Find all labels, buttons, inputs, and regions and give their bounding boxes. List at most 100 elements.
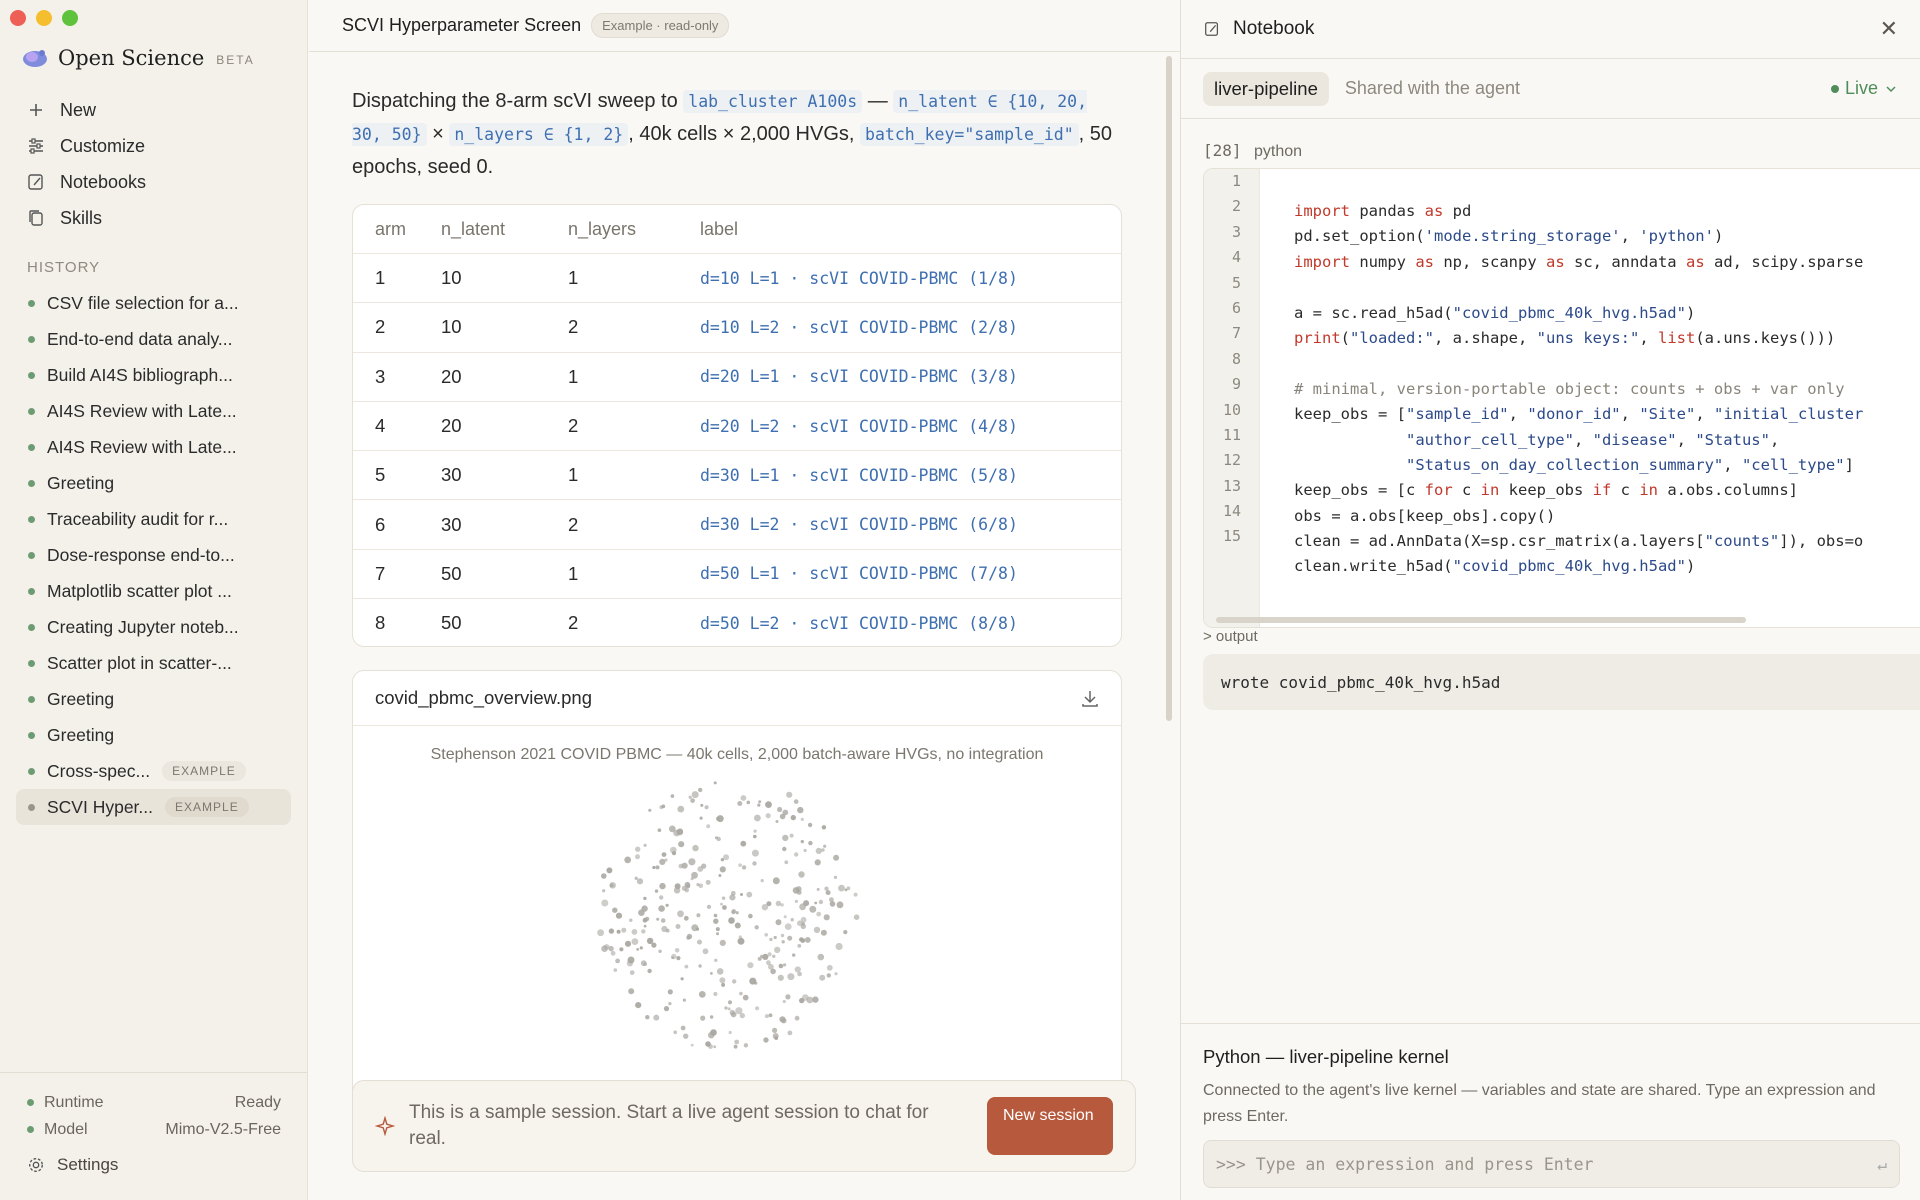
history-item[interactable]: Dose-response end-to...	[16, 537, 291, 573]
history-item-label: End-to-end data analy...	[47, 328, 233, 349]
status-dot	[28, 803, 35, 811]
minimize-window-button[interactable]	[36, 10, 52, 26]
notebook-icon	[28, 174, 43, 190]
scatter-point	[751, 849, 759, 857]
close-icon[interactable]: ✕	[1880, 16, 1898, 42]
nav-customize[interactable]: Customize	[26, 128, 296, 164]
plus-icon	[30, 104, 42, 116]
scatter-point	[803, 848, 807, 853]
history-item[interactable]: SCVI Hyper... EXAMPLE	[16, 789, 291, 825]
scatter-point	[684, 888, 689, 893]
history-item-label: Greeting	[47, 688, 115, 709]
scatter-point	[853, 914, 860, 920]
scatter-point	[713, 1045, 717, 1049]
code-cell[interactable]: 1 2 3 4 5 6 7 8 9 10 11 12 13 14 15 import pandas as p…	[1203, 168, 1920, 628]
horizontal-scrollbar[interactable]	[1216, 617, 1746, 623]
history-item[interactable]: Traceability audit for r...	[16, 501, 291, 537]
scatter-point	[826, 973, 831, 978]
sample-session-notice: This is a sample session. Start a live a…	[409, 1102, 929, 1149]
main-scrollbar[interactable]	[1166, 56, 1172, 721]
history-item[interactable]: Greeting	[16, 681, 291, 717]
scatter-point	[602, 889, 606, 893]
scatter-point	[786, 791, 793, 798]
kernel-expression-input[interactable]	[1216, 1154, 1878, 1174]
cell-label: [28] python	[1203, 141, 1302, 161]
nav-new-label: New	[60, 99, 97, 120]
scatter-point	[643, 924, 647, 928]
scatter-point	[728, 917, 735, 924]
scatter-point	[660, 918, 666, 923]
brand-title: Open Science	[58, 46, 205, 70]
logo-icon	[23, 50, 47, 67]
scatter-point	[708, 1032, 715, 1039]
scatter-point	[778, 963, 784, 969]
scatter-point	[800, 916, 807, 923]
scatter-point	[680, 1025, 686, 1031]
history-item[interactable]: AI4S Review with Late...	[16, 429, 291, 465]
live-dropdown[interactable]: Live	[1830, 78, 1898, 99]
new-session-button[interactable]: New session	[987, 1097, 1113, 1155]
example-badge: EXAMPLE	[162, 761, 246, 781]
scatter-point	[743, 1043, 749, 1048]
scatter-point	[732, 979, 737, 984]
history-item[interactable]: Cross-spec... EXAMPLE	[16, 753, 291, 789]
scatter-point	[817, 953, 825, 961]
nav-new[interactable]: New	[26, 92, 296, 128]
scatter-point	[648, 808, 652, 812]
nav-notebooks[interactable]: Notebooks	[26, 164, 296, 200]
scatter-point	[635, 854, 640, 860]
history-item[interactable]: Creating Jupyter noteb...	[16, 609, 291, 645]
scatter-point	[639, 946, 643, 950]
scatter-point	[764, 933, 768, 937]
history-item[interactable]: Greeting	[16, 465, 291, 501]
line-number: 10	[1222, 400, 1241, 419]
scatter-point	[724, 1006, 728, 1010]
history-item-label: Traceability audit for r...	[47, 508, 229, 529]
status-dot	[28, 695, 35, 703]
scatter-point	[678, 841, 685, 848]
history-item[interactable]: CSV file selection for a...	[16, 285, 291, 321]
scatter-point	[787, 1030, 793, 1036]
scatter-point	[794, 1015, 800, 1021]
history-item[interactable]: AI4S Review with Late...	[16, 393, 291, 429]
scatter-point	[692, 844, 699, 852]
scatter-point	[820, 929, 827, 936]
table-cell: 30	[441, 464, 462, 486]
notebook-branch-chip[interactable]: liver-pipeline	[1203, 71, 1329, 106]
close-window-button[interactable]	[10, 10, 26, 26]
scatter-point	[779, 1016, 786, 1023]
scatter-point	[727, 1000, 733, 1005]
history-item[interactable]: Build AI4S bibliograph...	[16, 357, 291, 393]
settings-button[interactable]: Settings	[27, 1155, 281, 1175]
scatter-point	[738, 935, 742, 939]
history-item-label: AI4S Review with Late...	[47, 436, 237, 457]
table-cell: 2	[568, 415, 579, 437]
scatter-point	[629, 970, 635, 975]
nav-skills[interactable]: Skills	[26, 200, 296, 236]
scatter-point	[695, 927, 700, 931]
scatter-point	[696, 913, 701, 918]
history-item[interactable]: Greeting	[16, 717, 291, 753]
code-editor[interactable]: import pandas as pd pd.set_option('mode.s…	[1294, 199, 1863, 580]
scatter-point	[809, 905, 817, 913]
scatter-point	[765, 813, 771, 819]
scatter-point	[721, 905, 727, 910]
scatter-point	[772, 1027, 778, 1033]
line-number: 1	[1231, 172, 1241, 190]
history-item[interactable]: Matplotlib scatter plot ...	[16, 573, 291, 609]
download-icon[interactable]	[1079, 687, 1101, 709]
model-status: Model Mimo-V2.5-Free	[27, 1116, 281, 1143]
table-cell: 1	[568, 267, 579, 289]
zoom-window-button[interactable]	[62, 10, 78, 26]
table-cell: 50	[441, 612, 462, 634]
scatter-point	[624, 856, 632, 864]
scatter-point	[814, 859, 821, 866]
scatter-point	[681, 862, 688, 869]
scatter-point	[772, 877, 780, 885]
table-cell: d=10 L=2 · scVI COVID-PBMC (2/8)	[700, 317, 1018, 337]
history-item[interactable]: Scatter plot in scatter-...	[16, 645, 291, 681]
history-item[interactable]: End-to-end data analy...	[16, 321, 291, 357]
scatter-point	[661, 852, 667, 857]
scatter-point	[737, 801, 743, 806]
scatter-point	[645, 1015, 650, 1020]
